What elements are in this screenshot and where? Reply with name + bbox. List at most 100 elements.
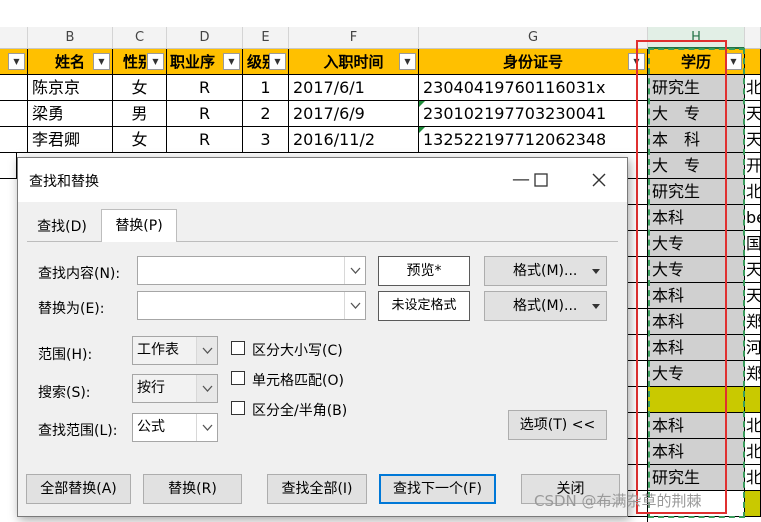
- cell-extra[interactable]: 北: [745, 179, 761, 205]
- cell-edu[interactable]: 本科: [648, 283, 745, 309]
- match-width-checkbox[interactable]: [231, 401, 245, 415]
- cell-edu[interactable]: 本科: [648, 309, 745, 335]
- cell-sex[interactable]: 女: [113, 75, 167, 101]
- cell-extra[interactable]: 天: [745, 101, 761, 127]
- cell-edu[interactable]: 大专: [648, 257, 745, 283]
- match-cell-label[interactable]: 单元格匹配(O): [252, 370, 344, 390]
- cell-edu[interactable]: 本科: [648, 205, 745, 231]
- cell-edu-empty[interactable]: [648, 387, 745, 413]
- dialog-titlebar[interactable]: 查找和替换 —: [18, 158, 627, 202]
- cell-extra-empty[interactable]: [745, 387, 761, 413]
- cell-extra[interactable]: 河: [745, 335, 761, 361]
- cell-id[interactable]: [628, 257, 648, 283]
- cell-extra[interactable]: 天: [745, 127, 761, 153]
- find-input[interactable]: [137, 256, 366, 285]
- cell-extra[interactable]: 国: [745, 231, 761, 257]
- cell-sex[interactable]: 女: [113, 127, 167, 153]
- cell-date[interactable]: 2017/6/1: [289, 75, 419, 101]
- cell-id[interactable]: [628, 179, 648, 205]
- cell-edu[interactable]: 大专: [648, 361, 745, 387]
- lookin-select[interactable]: 公式: [132, 413, 218, 442]
- cell-edu[interactable]: 本 科: [648, 127, 745, 153]
- cell-extra[interactable]: be: [745, 205, 761, 231]
- tab-replace[interactable]: 替换(P): [101, 209, 177, 242]
- find-all-button[interactable]: 查找全部(I): [267, 474, 367, 504]
- cell-id[interactable]: [628, 439, 648, 465]
- cell-sex[interactable]: 男: [113, 101, 167, 127]
- cell-id[interactable]: [628, 387, 648, 413]
- cell-level[interactable]: 2: [243, 101, 289, 127]
- row-cell-a[interactable]: [0, 153, 17, 179]
- column-header-a[interactable]: [0, 27, 28, 49]
- column-header-g[interactable]: G: [419, 27, 648, 49]
- cell-edu[interactable]: 大 专: [648, 153, 745, 179]
- chevron-down-icon[interactable]: [196, 414, 217, 441]
- cell-extra[interactable]: 郑: [745, 361, 761, 387]
- cell-id[interactable]: [628, 335, 648, 361]
- cell-extra[interactable]: 北: [745, 75, 761, 101]
- filter-dropdown-icon[interactable]: ▼: [725, 53, 742, 70]
- unset-format-button[interactable]: 未设定格式: [378, 291, 470, 321]
- chevron-down-icon[interactable]: [196, 375, 217, 402]
- cell-edu[interactable]: 大专: [648, 231, 745, 257]
- search-select[interactable]: 按行: [132, 374, 218, 403]
- close-icon[interactable]: [584, 166, 614, 194]
- preview-button[interactable]: 预览*: [378, 256, 470, 286]
- replace-button[interactable]: 替换(R): [143, 474, 242, 504]
- cell-extra[interactable]: 郑: [745, 309, 761, 335]
- match-case-checkbox[interactable]: [231, 341, 245, 355]
- cell-extra[interactable]: 北: [745, 413, 761, 439]
- cell-id[interactable]: [628, 231, 648, 257]
- cell-edu[interactable]: 本科: [648, 335, 745, 361]
- row-cell-a[interactable]: [0, 75, 28, 101]
- tab-find[interactable]: 查找(D): [32, 212, 92, 242]
- column-header-b[interactable]: B: [28, 27, 113, 49]
- filter-dropdown-icon[interactable]: ▼: [399, 53, 416, 70]
- format-button-find[interactable]: 格式(M)...: [484, 256, 607, 286]
- cell-seq[interactable]: R: [167, 101, 243, 127]
- cell-extra[interactable]: 天: [745, 283, 761, 309]
- chevron-down-icon[interactable]: [196, 337, 217, 364]
- format-button-replace[interactable]: 格式(M)...: [484, 291, 607, 321]
- filter-dropdown-icon[interactable]: ▼: [628, 53, 645, 70]
- row-cell-a[interactable]: [0, 101, 28, 127]
- cell-id[interactable]: 23040419760116031x: [419, 75, 648, 101]
- replace-all-button[interactable]: 全部替换(A): [26, 474, 131, 504]
- cell-edu[interactable]: 研究生: [648, 465, 745, 491]
- match-width-label[interactable]: 区分全/半角(B): [252, 400, 347, 420]
- cell-extra[interactable]: 北: [745, 439, 761, 465]
- options-button[interactable]: 选项(T) <<: [508, 410, 607, 440]
- find-next-button[interactable]: 查找下一个(F): [379, 474, 496, 504]
- cell-seq[interactable]: R: [167, 75, 243, 101]
- cell-extra[interactable]: 天: [745, 257, 761, 283]
- replace-input[interactable]: [137, 291, 366, 320]
- cell-date[interactable]: 2016/11/2: [289, 127, 419, 153]
- filter-dropdown-icon[interactable]: ▼: [147, 53, 164, 70]
- cell-edu[interactable]: 研究生: [648, 75, 745, 101]
- cell-id[interactable]: [628, 283, 648, 309]
- scope-select[interactable]: 工作表: [132, 336, 218, 365]
- cell-id[interactable]: 230102197703230041: [419, 101, 648, 127]
- cell-id[interactable]: [628, 413, 648, 439]
- cell-extra[interactable]: 开: [745, 153, 761, 179]
- cell-id[interactable]: [628, 309, 648, 335]
- row-cell-bottom[interactable]: [0, 517, 648, 522]
- cell-name[interactable]: 梁勇: [28, 101, 113, 127]
- column-header-i[interactable]: [745, 27, 761, 49]
- cell-level[interactable]: 3: [243, 127, 289, 153]
- filter-dropdown-icon[interactable]: ▼: [8, 53, 25, 70]
- cell-edu[interactable]: 本科: [648, 413, 745, 439]
- row-cell-a[interactable]: [0, 127, 28, 153]
- cell-id[interactable]: [628, 465, 648, 491]
- cell-id[interactable]: [628, 361, 648, 387]
- cell-name[interactable]: 陈京京: [28, 75, 113, 101]
- match-case-label[interactable]: 区分大小写(C): [252, 340, 343, 360]
- column-header-d[interactable]: D: [167, 27, 243, 49]
- filter-dropdown-icon[interactable]: ▼: [223, 53, 240, 70]
- cell-edu[interactable]: 大 专: [648, 101, 745, 127]
- column-header-h[interactable]: H: [648, 27, 745, 49]
- match-cell-checkbox[interactable]: [231, 371, 245, 385]
- cell-extra[interactable]: [745, 491, 761, 517]
- cell-seq[interactable]: R: [167, 127, 243, 153]
- cell-extra[interactable]: 北: [745, 465, 761, 491]
